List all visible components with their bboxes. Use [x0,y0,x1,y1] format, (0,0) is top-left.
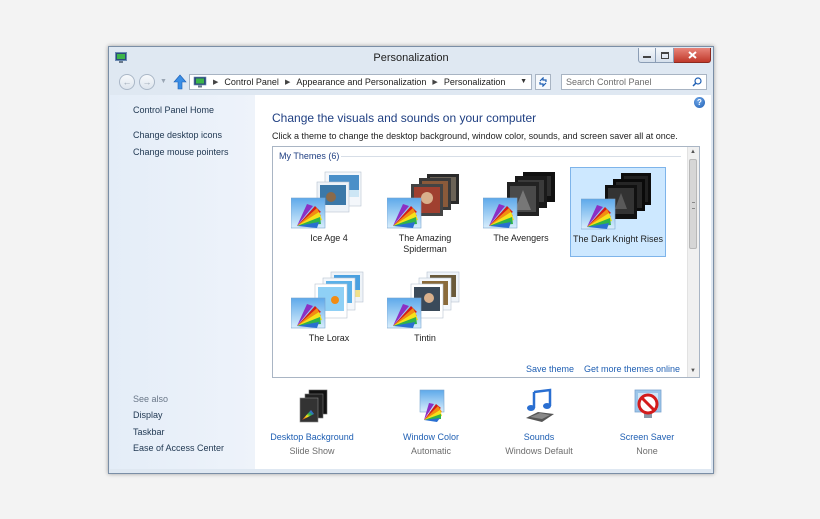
get-more-themes-online-link[interactable]: Get more themes online [584,364,680,374]
page-description: Click a theme to change the desktop back… [272,131,678,141]
themes-scrollbar[interactable]: ▲ ▼ [687,147,699,377]
save-theme-link[interactable]: Save theme [526,364,574,374]
close-icon [687,51,697,59]
address-dropdown-chevron-icon[interactable]: ▼ [520,78,527,85]
back-button[interactable]: ← [119,74,135,90]
breadcrumb-appearance[interactable]: Appearance and Personalization [296,77,426,87]
forward-button[interactable]: → [139,74,155,90]
theme-the-lorax[interactable]: The Lorax [281,267,377,357]
breadcrumb-control-panel[interactable]: Control Panel [224,77,279,87]
my-themes-group-label[interactable]: My Themes (6) [279,151,339,161]
title-bar[interactable]: Personalization [109,47,713,69]
recent-pages-chevron-icon[interactable]: ▼ [160,78,167,85]
search-input[interactable] [566,76,686,88]
ice-age-theme-thumbnail [291,171,362,229]
search-box[interactable] [561,74,707,90]
screen-saver-icon [634,389,662,418]
desktop-background-setting[interactable]: Desktop Background Slide Show [257,388,367,458]
theme-name: Tintin [414,333,436,343]
screen-saver-label[interactable]: Screen Saver [592,432,702,442]
display-link[interactable]: Display [133,410,163,420]
minimize-button[interactable] [638,48,656,63]
sounds-label[interactable]: Sounds [484,432,594,442]
theme-ice-age-4[interactable]: Ice Age 4 [281,167,377,257]
taskbar-link[interactable]: Taskbar [133,427,165,437]
task-sidebar: Control Panel Home Change desktop icons … [110,95,255,469]
breadcrumb-separator-icon[interactable]: ▶ [285,78,290,86]
personalization-window: Personalization ← → ▼ ▶ Control Panel ▶ … [108,46,714,474]
group-divider [341,156,681,157]
theme-name: The Dark Knight Rises [572,234,664,244]
address-toolbar: ← → ▼ ▶ Control Panel ▶ Appearance and Per… [109,69,713,95]
theme-name: The Amazing Spiderman [398,233,452,254]
change-mouse-pointers-link[interactable]: Change mouse pointers [133,147,229,157]
up-arrow-icon[interactable] [173,74,187,90]
dark-knight-rises-theme-thumbnail [581,173,651,230]
change-desktop-icons-link[interactable]: Change desktop icons [133,130,222,140]
themes-list: My Themes (6) Ice Age 4 The Amazing Spid… [272,146,700,378]
lorax-theme-thumbnail [291,271,364,329]
scroll-thumb[interactable] [689,159,697,249]
ease-of-access-center-link[interactable]: Ease of Access Center [133,443,224,453]
theme-name: The Lorax [308,333,350,343]
forward-arrow-icon: → [142,77,152,87]
minimize-icon [643,56,651,58]
back-arrow-icon: ← [122,77,132,87]
help-icon[interactable]: ? [694,97,705,108]
theme-the-avengers[interactable]: The Avengers [473,167,569,257]
tintin-theme-thumbnail [387,271,460,329]
desktop-background-label[interactable]: Desktop Background [257,432,367,442]
control-panel-icon [193,76,207,88]
desktop-background-icon [299,389,328,423]
sounds-value: Windows Default [505,446,573,456]
page-title: Change the visuals and sounds on your co… [272,111,537,125]
sounds-setting[interactable]: Sounds Windows Default [484,388,594,458]
scroll-down-arrow-icon[interactable]: ▼ [690,368,696,374]
close-button[interactable] [674,48,711,63]
window-color-icon [419,389,445,422]
spiderman-theme-thumbnail [387,174,459,229]
screen-saver-value: None [636,446,658,456]
window-color-setting[interactable]: Window Color Automatic [376,388,486,458]
sounds-icon [526,388,554,422]
desktop-background-value: Slide Show [289,446,335,456]
maximize-icon [660,51,669,59]
scroll-grip-icon [692,202,695,209]
search-icon[interactable] [692,77,702,87]
theme-name: Ice Age 4 [310,233,348,243]
window-color-value: Automatic [410,446,452,456]
window-color-label[interactable]: Window Color [376,432,486,442]
theme-tintin[interactable]: Tintin [377,267,473,357]
main-content: ? Change the visuals and sounds on your … [255,95,711,469]
scroll-up-arrow-icon[interactable]: ▲ [690,149,696,155]
refresh-button[interactable] [535,74,551,90]
refresh-icon [539,77,547,87]
avengers-theme-thumbnail [483,172,555,229]
maximize-button[interactable] [656,48,674,63]
window-title: Personalization [373,52,449,64]
theme-the-amazing-spiderman[interactable]: The Amazing Spiderman [377,167,473,257]
theme-the-dark-knight-rises[interactable]: The Dark Knight Rises [570,167,666,257]
breadcrumb-separator-icon[interactable]: ▶ [213,78,218,86]
address-bar[interactable]: ▶ Control Panel ▶ Appearance and Personali… [189,74,532,90]
screen-saver-setting[interactable]: Screen Saver None [592,388,702,458]
control-panel-home-link[interactable]: Control Panel Home [133,105,214,115]
breadcrumb-separator-icon[interactable]: ▶ [432,78,437,86]
see-also-label: See also [133,394,169,404]
theme-name: The Avengers [493,233,549,243]
breadcrumb-personalization[interactable]: Personalization [444,77,506,87]
